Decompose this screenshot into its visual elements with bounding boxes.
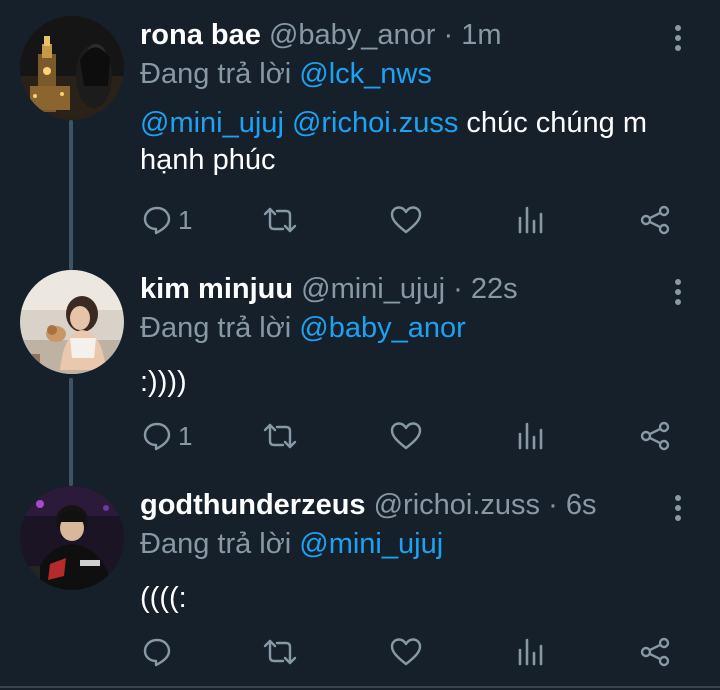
analytics-icon xyxy=(518,638,543,666)
tweet-text: @mini_ujuj @richoi.zuss chúc chúng m hạn… xyxy=(140,105,680,179)
analytics-button[interactable] xyxy=(517,200,545,240)
separator-dot: · xyxy=(443,19,454,51)
reply-prefix: Đang trả lời xyxy=(140,528,292,560)
body-text: :)))) xyxy=(140,366,187,398)
retweet-icon xyxy=(263,639,297,665)
retweet-icon xyxy=(263,207,297,233)
display-name[interactable]: godthunderzeus xyxy=(140,489,366,521)
reply-to-mention[interactable]: @lck_nws xyxy=(299,58,432,90)
reply-button[interactable] xyxy=(142,632,178,672)
reply-button[interactable]: 1 xyxy=(142,200,192,240)
analytics-button[interactable] xyxy=(517,632,545,672)
avatar-image xyxy=(20,16,124,120)
like-button[interactable] xyxy=(390,416,422,456)
reply-to-mention[interactable]: @baby_anor xyxy=(299,312,466,344)
share-button[interactable] xyxy=(639,200,671,240)
reply-count: 1 xyxy=(178,204,193,235)
bottom-divider xyxy=(0,686,720,688)
avatar[interactable] xyxy=(20,16,124,120)
analytics-button[interactable] xyxy=(517,416,545,456)
more-icon[interactable] xyxy=(670,495,686,521)
avatar-image xyxy=(20,486,124,590)
reply-prefix: Đang trả lời xyxy=(140,58,292,90)
tweet-text: ((((: xyxy=(140,580,680,617)
tweet[interactable]: godthunderzeus @richoi.zuss · 6s Đang tr… xyxy=(0,478,720,686)
user-handle[interactable]: @mini_ujuj xyxy=(301,273,445,305)
share-icon xyxy=(640,421,670,451)
reply-context: Đang trả lời @baby_anor xyxy=(140,311,466,345)
retweet-button[interactable] xyxy=(262,632,298,672)
timestamp[interactable]: 6s xyxy=(566,489,597,521)
user-handle[interactable]: @richoi.zuss xyxy=(374,489,540,521)
analytics-icon xyxy=(518,206,543,234)
share-icon xyxy=(640,637,670,667)
like-button[interactable] xyxy=(390,632,422,672)
retweet-icon xyxy=(263,423,297,449)
tweet-actions: 1 xyxy=(0,416,720,456)
reply-to-mention[interactable]: @mini_ujuj xyxy=(299,528,443,560)
share-button[interactable] xyxy=(639,632,671,672)
retweet-button[interactable] xyxy=(262,416,298,456)
reply-button[interactable]: 1 xyxy=(142,416,192,456)
timestamp[interactable]: 22s xyxy=(471,273,518,305)
separator-dot: · xyxy=(548,489,558,521)
timestamp[interactable]: 1m xyxy=(461,19,501,51)
avatar[interactable] xyxy=(20,486,124,590)
display-name[interactable]: rona bae xyxy=(140,19,261,51)
reply-context: Đang trả lời @mini_ujuj xyxy=(140,527,443,561)
tweet-actions xyxy=(0,632,720,672)
user-handle[interactable]: @baby_anor xyxy=(269,19,436,51)
like-icon xyxy=(390,638,422,666)
body-mentions[interactable]: @mini_ujuj @richoi.zuss xyxy=(140,107,458,139)
retweet-button[interactable] xyxy=(262,200,298,240)
tweet-actions: 1 xyxy=(0,200,720,240)
body-text: ((((: xyxy=(140,582,187,614)
reply-count: 1 xyxy=(178,420,193,451)
tweet-header: godthunderzeus @richoi.zuss · 6s xyxy=(140,488,596,522)
tweet-header: kim minjuu @mini_ujuj · 22s xyxy=(140,272,518,306)
reply-icon xyxy=(143,422,171,451)
tweet[interactable]: kim minjuu @mini_ujuj · 22s Đang trả lời… xyxy=(0,262,720,474)
reply-icon xyxy=(143,206,171,235)
avatar[interactable] xyxy=(20,270,124,374)
tweet-text: :)))) xyxy=(140,364,680,401)
like-icon xyxy=(390,206,422,234)
more-icon[interactable] xyxy=(670,279,686,305)
display-name[interactable]: kim minjuu xyxy=(140,273,293,305)
reply-prefix: Đang trả lời xyxy=(140,312,292,344)
share-button[interactable] xyxy=(639,416,671,456)
like-button[interactable] xyxy=(390,200,422,240)
analytics-icon xyxy=(518,422,543,450)
tweet-header: rona bae @baby_anor · 1m xyxy=(140,18,502,52)
tweet[interactable]: rona bae @baby_anor · 1m Đang trả lời @l… xyxy=(0,0,720,260)
reply-context: Đang trả lời @lck_nws xyxy=(140,57,432,91)
separator-dot: · xyxy=(453,273,463,305)
avatar-image xyxy=(20,270,124,374)
share-icon xyxy=(640,205,670,235)
more-icon[interactable] xyxy=(670,25,686,51)
reply-icon xyxy=(143,638,171,667)
like-icon xyxy=(390,422,422,450)
